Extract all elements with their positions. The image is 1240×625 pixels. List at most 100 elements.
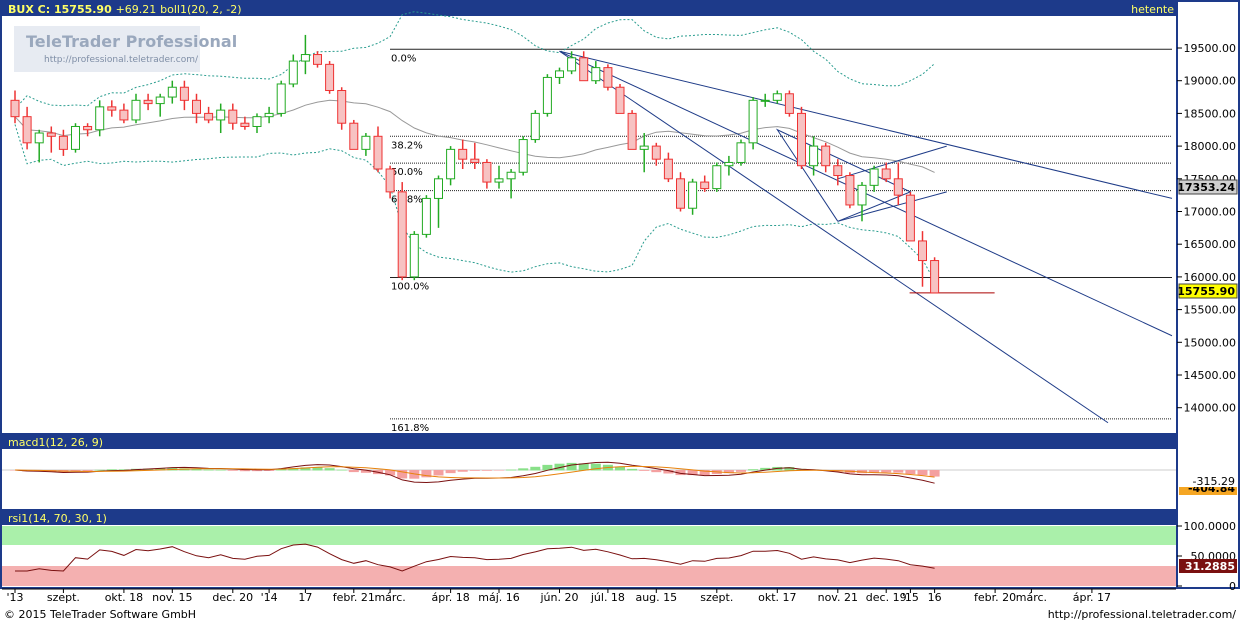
candle-body	[337, 90, 347, 124]
candle-body	[881, 168, 891, 180]
footer-copyright: © 2015 TeleTrader Software GmbH	[4, 608, 196, 621]
candle-body	[736, 142, 746, 163]
candle-body	[385, 168, 395, 193]
candle-body	[797, 112, 806, 167]
candle-body	[58, 135, 68, 150]
price-tick-label: 16000.00	[1184, 271, 1237, 284]
candle-body	[542, 76, 552, 114]
candle-body	[555, 70, 564, 78]
candle-body	[893, 178, 903, 196]
time-tick-label: márc.	[374, 591, 405, 604]
macd-histogram-bar	[239, 470, 250, 472]
time-tick-label: aug. 15	[635, 591, 677, 604]
candle-body	[22, 116, 32, 144]
candle-body	[228, 109, 238, 124]
candle-body	[615, 86, 625, 114]
logo-brand: TeleTrader Professional	[26, 32, 237, 51]
rsi-overbought-zone	[2, 526, 1176, 545]
candle-body	[10, 99, 20, 118]
fib-label: 100.0%	[391, 282, 429, 293]
macd-histogram-bar	[506, 469, 517, 471]
header-symbol: BUX C: 15755.90 +69.21 boll1(20, 2, -2)	[8, 3, 242, 16]
macd-histogram-bar	[627, 468, 638, 471]
marker-level-value: 17353.24	[1177, 181, 1235, 194]
macd-histogram-bar	[736, 470, 746, 472]
candle-body	[131, 99, 141, 121]
fib-label: 0.0%	[391, 53, 416, 64]
logo-url: http://professional.teletrader.com/	[44, 55, 199, 65]
macd-histogram-bar	[905, 470, 916, 474]
time-tick-label: ápr. 17	[1073, 591, 1111, 604]
time-tick-label: 16	[928, 591, 942, 604]
candle-body	[857, 184, 867, 206]
candle-body	[700, 181, 710, 190]
candle-body	[518, 139, 528, 173]
candle-body	[506, 171, 516, 180]
price-tick-label: 19500.00	[1184, 42, 1237, 55]
candle-body	[373, 135, 383, 170]
candle-body	[591, 67, 601, 82]
chart-svg: BUX C: 15755.90 +69.21 boll1(20, 2, -2) …	[0, 0, 1240, 625]
time-tick-label: máj. 16	[478, 591, 520, 604]
candle-body	[918, 240, 927, 262]
candle-body	[603, 67, 613, 88]
candle-body	[833, 165, 843, 177]
candle-body	[821, 145, 831, 167]
time-tick-label: szept.	[47, 591, 80, 604]
macd-histogram-bar	[893, 470, 904, 473]
candle-body	[155, 96, 165, 105]
rsi-value: 31.2885	[1185, 560, 1235, 573]
time-tick-label: dec. 19	[866, 591, 907, 604]
candle-body	[458, 148, 468, 160]
price-tick-label: 15500.00	[1184, 304, 1237, 317]
price-tick-label: 18000.00	[1184, 140, 1237, 153]
time-tick-label: szept.	[700, 591, 733, 604]
time-tick-label: okt. 18	[105, 591, 143, 604]
time-tick-label: '14	[261, 591, 278, 604]
candle-body	[688, 181, 698, 209]
macd-value-badges: -404.84 -315.29	[1179, 474, 1237, 495]
candle-body	[107, 106, 117, 111]
time-tick-label: júl. 18	[590, 591, 625, 604]
price-tick-label: 19000.00	[1184, 75, 1237, 88]
candle-body	[288, 60, 298, 85]
price-tick-label: 14500.00	[1184, 369, 1237, 382]
time-tick-label: 17	[298, 591, 312, 604]
candle-body	[276, 83, 286, 114]
macd-histogram-bar	[481, 470, 492, 471]
chart-window: { "header": { "symbol": "BUX", "close_la…	[0, 0, 1240, 625]
macd-histogram-bar	[336, 469, 347, 471]
candle-body	[313, 54, 322, 65]
time-tick-label: febr. 20	[974, 591, 1016, 604]
macd-histogram-bar	[639, 470, 650, 471]
fib-label: 161.8%	[391, 423, 429, 434]
macd-histogram-bar	[469, 470, 480, 471]
candle-body	[361, 135, 371, 150]
time-tick-label: nov. 21	[818, 591, 858, 604]
candle-body	[325, 63, 335, 92]
candle-body	[530, 112, 540, 141]
time-tick-label: '13	[6, 591, 23, 604]
candle-body	[71, 125, 80, 150]
macd-histogram-bar	[651, 470, 662, 473]
macd-label: macd1(12, 26, 9)	[8, 436, 103, 449]
macd-histogram-bar	[530, 466, 541, 471]
candle-body	[809, 145, 819, 167]
candle-body	[494, 178, 504, 183]
macd-histogram-bar	[566, 462, 577, 471]
footer-url[interactable]: http://professional.teletrader.com/	[1048, 608, 1237, 621]
price-tick-label: 18500.00	[1184, 107, 1237, 120]
candle-body	[930, 260, 940, 294]
candle-body	[349, 122, 359, 150]
macd-histogram-bar	[518, 468, 529, 471]
time-tick-label: okt. 17	[758, 591, 796, 604]
rsi-oversold-zone	[2, 566, 1176, 586]
candle-body	[869, 168, 879, 186]
candle-body	[651, 145, 661, 160]
time-tick-label: dec. 20	[212, 591, 253, 604]
price-marker-badge: 17353.24	[1177, 179, 1238, 195]
candle-body	[34, 132, 44, 144]
macd-histogram-bar	[917, 470, 928, 476]
candle-body	[482, 161, 492, 183]
candle-body	[216, 109, 226, 121]
